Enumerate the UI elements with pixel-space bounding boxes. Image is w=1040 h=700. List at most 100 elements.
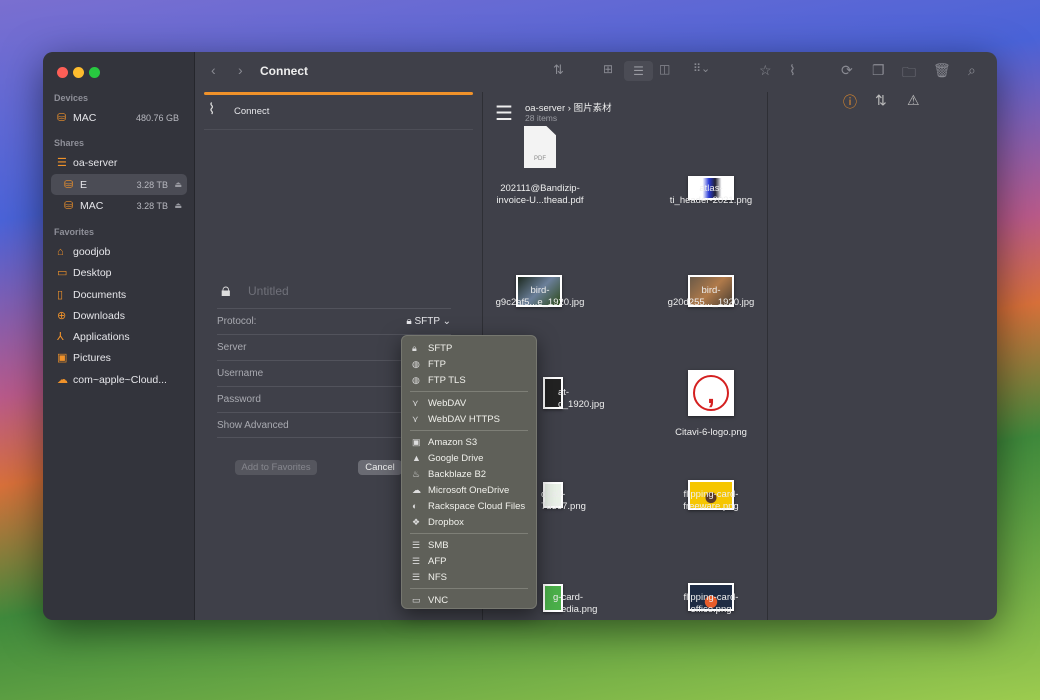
sidebar-item-pictures[interactable]: ▣ Pictures [51,347,187,368]
sync-icon[interactable]: ⇅ [553,62,564,78]
lock-icon: 🔒︎ [412,342,417,353]
applications-icon: ⅄ [57,331,64,343]
menu-item-rackspace-cloud-files[interactable]: ◐ Rackspace Cloud Files [402,498,536,514]
server-icon: ☰ [57,157,67,169]
menu-item-ftp[interactable]: ◍ FTP [402,356,536,372]
download-icon: ⊕ [57,310,67,322]
transfers-icon[interactable]: ⇅ [875,92,887,109]
menu-item-ftp-tls[interactable]: ◍ FTP TLS [402,372,536,388]
sidebar-item-oa-server[interactable]: ☰ oa-server [51,152,187,173]
image-thumbnail[interactable]: , [688,370,734,416]
flame-icon: ♨ [412,468,421,479]
desktop-icon: ▭ [57,267,68,279]
sidebar-item-desktop[interactable]: ▭ Desktop [51,262,187,283]
minimize-button[interactable] [73,67,84,78]
file-item[interactable]: d1a8- 7d367.png [541,489,601,512]
file-item[interactable]: flipping-card-office.png [636,592,786,615]
menu-item-afp[interactable]: ☰ AFP [402,553,536,569]
menu-item-amazon-s3[interactable]: ▣ Amazon S3 [402,434,536,450]
server-icon: ☰ [412,555,421,566]
gallery-view-button[interactable]: ⠿⌄ [693,62,710,75]
sidebar-item-mac-share[interactable]: ⛁ MAC 3.28 TB ⏏ [51,195,187,216]
file-item[interactable]: Citavi-6-logo.png [636,427,786,439]
onedrive-icon: ☁ [412,484,421,495]
dropbox-icon: ❖ [412,516,421,527]
sidebar-item-icloud[interactable]: ☁ com~apple~Cloud... [51,369,187,390]
search-icon[interactable]: ⌕ [968,62,976,79]
file-item[interactable]: at-c_1920.jpg [558,387,618,410]
new-folder-icon[interactable]: 🗀 [902,62,916,86]
sidebar-item-e[interactable]: ⛁ E 3.28 TB ⏏ [51,174,187,195]
network-icon: ⋎ [412,397,419,408]
pictures-icon: ▣ [57,352,68,364]
pdf-thumbnail[interactable]: PDF [524,126,556,168]
progress-bar [204,92,473,95]
menu-item-vnc[interactable]: ▭ VNC [402,592,536,608]
sidebar-item-downloads[interactable]: ⊕ Downloads [51,305,187,326]
menu-item-google-drive[interactable]: ▲ Google Drive [402,450,536,466]
file-item[interactable]: flipping-card-freeware.png [636,489,786,512]
drive-icon: ⛁ [57,112,67,124]
breadcrumb: oa-server › 图片素材 [525,103,612,114]
info-icon[interactable]: ⓘ [843,92,857,112]
column-view-button[interactable]: ◫ [659,62,670,76]
sidebar-item-goodjob[interactable]: ⌂ goodjob [51,241,187,262]
toolbar: ‹ › Connect ⇅ ⊞ ☰ ◫ ⠿⌄ ☆ ⌇ ⟳ ❐ 🗀 🗑 ⌕ [195,52,997,92]
connect-icon[interactable]: ⌇ [789,62,796,79]
menu-item-webdav[interactable]: ⋎ WebDAV [402,395,536,411]
drive-icon: ⛁ [64,200,74,212]
menu-separator [410,533,528,534]
list-view-button[interactable]: ☰ [624,61,653,81]
file-item[interactable]: bird-g9c2af5...e_1920.jpg [465,285,615,308]
drive-icon: ⛁ [64,179,74,191]
connect-icon: ⌇ [208,101,216,118]
add-to-favorites-button[interactable]: Add to Favorites [235,460,317,475]
file-item[interactable]: 202111@Bandizip-invoice-U...thead.pdf [465,183,615,206]
google-drive-icon: ▲ [412,453,421,463]
icon-view-button[interactable]: ⊞ [603,62,613,76]
connect-tab[interactable]: Connect [234,106,269,117]
menu-item-backblaze-b2[interactable]: ♨ Backblaze B2 [402,466,536,482]
star-icon[interactable]: ☆ [759,62,772,79]
menu-item-nfs[interactable]: ☰ NFS [402,569,536,585]
server-icon: ☰ [495,103,513,125]
protocol-dropdown-menu: 🔒︎ SFTP ◍ FTP ◍ FTP TLS ⋎ WebDAV ⋎ WebDAV HTTPS ▣ A… [401,335,537,609]
copy-icon[interactable]: ❐ [872,62,885,79]
menu-item-smb[interactable]: ☰ SMB [402,537,536,553]
file-item[interactable]: atlas-ti_header-2021.png [636,183,786,206]
server-icon: ☰ [412,539,421,550]
divider [204,129,473,130]
refresh-icon[interactable]: ⟳ [841,62,853,79]
name-field[interactable]: Untitled [248,284,289,298]
trash-icon[interactable]: 🗑 [933,62,951,79]
file-item[interactable]: g-card-edia.png [553,592,613,615]
protocol-select[interactable]: 🔒︎ SFTP ⌄ [406,316,451,327]
warning-icon[interactable]: ⚠ [907,92,920,109]
file-item[interactable]: bird-g20d255..._1920.jpg [636,285,786,308]
sidebar-item-applications[interactable]: ⅄ Applications [51,326,187,347]
network-icon: ⋎ [412,413,419,424]
menu-item-webdav-https[interactable]: ⋎ WebDAV HTTPS [402,411,536,427]
eject-icon[interactable]: ⏏ [174,180,182,189]
zoom-button[interactable] [89,67,100,78]
sidebar-item-mac[interactable]: ⛁ MAC 480.76 GB [51,107,187,128]
menu-item-sftp[interactable]: 🔒︎ SFTP [402,340,536,356]
home-icon: ⌂ [57,245,64,258]
rackspace-icon: ◐ [412,501,418,511]
screen-icon: ▭ [412,594,421,605]
sidebar: Devices ⛁ MAC 480.76 GB Shares ☰ oa-server … [43,52,195,620]
globe-icon: ◍ [412,358,420,369]
forward-button[interactable]: › [238,62,243,78]
menu-item-dropbox[interactable]: ❖ Dropbox [402,514,536,530]
cancel-button[interactable]: Cancel [358,460,402,475]
back-button[interactable]: ‹ [211,62,216,78]
section-shares: Shares [54,138,85,148]
server-icon: ☰ [412,571,421,582]
sidebar-item-documents[interactable]: ▯ Documents [51,284,187,305]
cloud-icon: ☁ [57,374,68,386]
menu-separator [410,430,528,431]
menu-item-microsoft-onedrive[interactable]: ☁ Microsoft OneDrive [402,482,536,498]
globe-icon: ◍ [412,374,420,385]
close-button[interactable] [57,67,68,78]
eject-icon[interactable]: ⏏ [174,201,182,210]
